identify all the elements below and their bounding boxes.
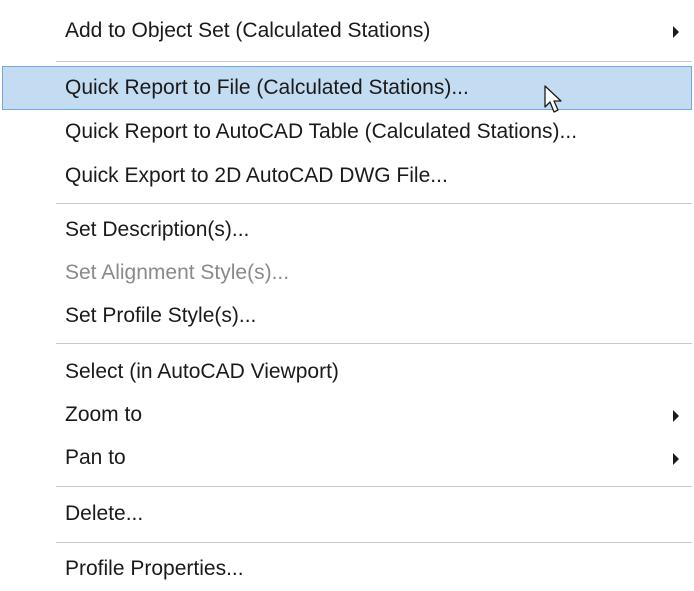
menu-separator [56,203,692,204]
menu-item-label: Delete... [65,502,144,525]
chevron-right-icon [673,26,679,38]
menu-item-zoom-to[interactable]: Zoom to [2,393,692,437]
menu-item-label: Set Alignment Style(s)... [65,261,290,284]
menu-item-label: Profile Properties... [65,557,244,580]
context-menu: Add to Object Set (Calculated Stations) … [0,0,694,591]
menu-separator [56,486,692,487]
chevron-right-icon [673,410,679,422]
menu-item-label: Select (in AutoCAD Viewport) [65,360,339,383]
menu-item-add-to-object-set[interactable]: Add to Object Set (Calculated Stations) [2,9,692,53]
menu-item-pan-to[interactable]: Pan to [2,436,692,480]
menu-item-quick-report-to-file[interactable]: Quick Report to File (Calculated Station… [2,66,692,110]
menu-item-label: Quick Report to AutoCAD Table (Calculate… [65,120,578,143]
menu-item-profile-properties[interactable]: Profile Properties... [2,547,692,591]
menu-item-label: Quick Export to 2D AutoCAD DWG File... [65,164,448,187]
menu-item-quick-report-to-autocad-table[interactable]: Quick Report to AutoCAD Table (Calculate… [2,110,692,154]
menu-item-quick-export-to-dwg[interactable]: Quick Export to 2D AutoCAD DWG File... [2,154,692,198]
menu-item-label: Quick Report to File (Calculated Station… [65,76,469,99]
menu-item-label: Set Profile Style(s)... [65,304,257,327]
menu-item-label: Add to Object Set (Calculated Stations) [65,19,431,42]
menu-item-set-alignment-styles: Set Alignment Style(s)... [2,251,692,295]
menu-separator [56,542,692,543]
menu-separator [56,343,692,344]
menu-item-delete[interactable]: Delete... [2,492,692,536]
menu-separator [56,61,692,62]
menu-item-set-descriptions[interactable]: Set Description(s)... [2,208,692,252]
mouse-pointer-icon [544,85,562,113]
chevron-right-icon [673,453,679,465]
menu-item-label: Set Description(s)... [65,218,250,241]
menu-item-select-in-viewport[interactable]: Select (in AutoCAD Viewport) [2,350,692,394]
menu-item-label: Pan to [65,446,126,469]
menu-item-set-profile-styles[interactable]: Set Profile Style(s)... [2,294,692,338]
menu-item-label: Zoom to [65,403,143,426]
